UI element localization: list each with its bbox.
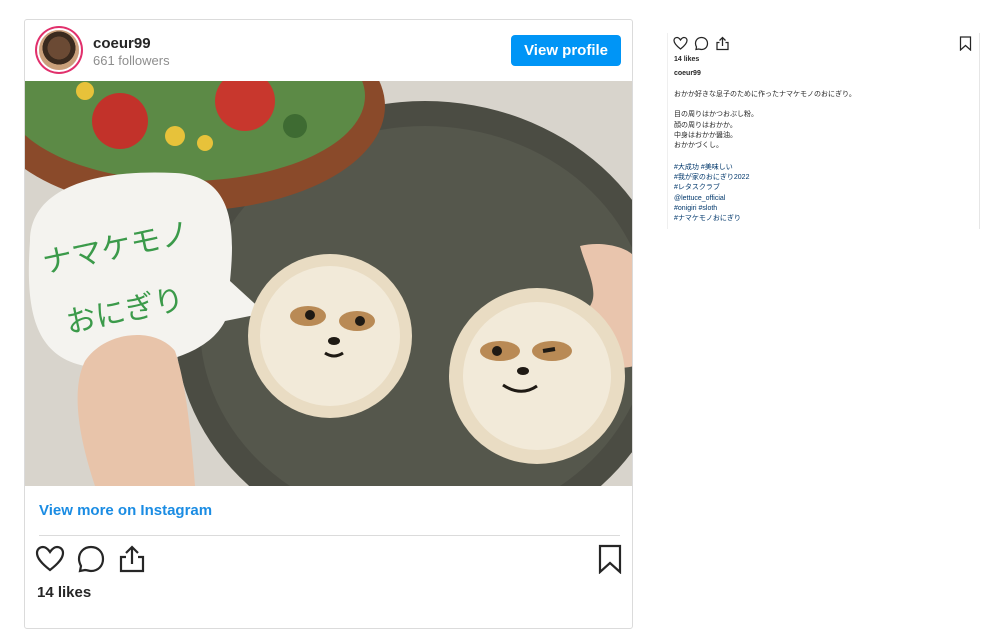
hashtag-line[interactable]: #大成功 #美味しい bbox=[674, 163, 749, 173]
hashtag-line[interactable]: #onigiri #sloth bbox=[674, 204, 749, 214]
heart-icon[interactable] bbox=[673, 36, 688, 51]
view-profile-button[interactable]: View profile bbox=[511, 35, 621, 66]
comment-icon[interactable] bbox=[76, 544, 106, 574]
share-icon[interactable] bbox=[117, 544, 147, 574]
view-more-link[interactable]: View more on Instagram bbox=[39, 502, 212, 519]
username[interactable]: coeur99 bbox=[93, 35, 151, 52]
side-username[interactable]: coeur99 bbox=[674, 70, 701, 77]
bookmark-icon[interactable] bbox=[595, 544, 625, 574]
hashtag-line[interactable]: #ナマケモノおにぎり bbox=[674, 214, 749, 224]
side-preview-panel: 14 likes coeur99 おかか好きな息子のために作ったナマケモノのおに… bbox=[667, 33, 980, 229]
divider bbox=[39, 535, 620, 536]
share-icon[interactable] bbox=[715, 36, 730, 51]
hashtag-list: #大成功 #美味しい #我が家のおにぎり2022 #レタスクラブ @lettuc… bbox=[674, 163, 749, 224]
post-header: coeur99 661 followers View profile bbox=[25, 20, 632, 81]
hashtag-line[interactable]: #我が家のおにぎり2022 bbox=[674, 173, 749, 183]
post-image[interactable]: ナマケモノ おにぎり bbox=[25, 81, 632, 486]
side-like-count[interactable]: 14 likes bbox=[674, 56, 699, 63]
follower-count: 661 followers bbox=[93, 53, 170, 68]
caption-text: おかか好きな息子のために作ったナマケモノのおにぎり。 目の周りはかつおぶし粉。 … bbox=[674, 91, 856, 150]
like-count[interactable]: 14 likes bbox=[37, 584, 91, 601]
mention-line[interactable]: @lettuce_official bbox=[674, 194, 749, 204]
hashtag-line[interactable]: #レタスクラブ bbox=[674, 183, 749, 193]
avatar[interactable] bbox=[39, 30, 79, 70]
bookmark-icon[interactable] bbox=[958, 36, 973, 51]
instagram-embed-card: coeur99 661 followers View profile ナマケモノ… bbox=[24, 19, 633, 629]
comment-icon[interactable] bbox=[694, 36, 709, 51]
heart-icon[interactable] bbox=[35, 544, 65, 574]
